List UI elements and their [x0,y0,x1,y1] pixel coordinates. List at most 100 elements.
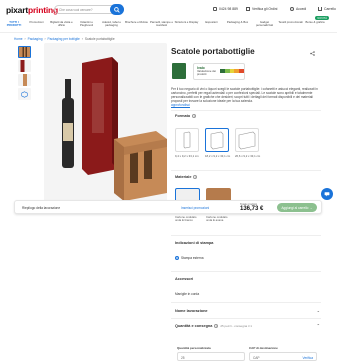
thumbnail-list [18,46,32,102]
accessory-item[interactable]: Maniglie in corda [175,292,199,296]
search-button[interactable] [110,4,124,15]
arrow-right-icon: → [309,205,313,210]
box-small-icon [183,131,191,149]
account-label: Accedi [296,7,307,11]
truck-icon [246,7,250,11]
cat-flyers[interactable]: Volantini e Pieghevoli [74,19,99,32]
promo-link[interactable]: Inserisci promozioni [181,206,209,210]
cat-packaging[interactable]: Packaging & Box [224,19,251,32]
cat-stickers[interactable]: Adesivi, label e packaging [99,19,124,32]
divider [171,271,321,272]
add-to-cart-label: Aggiungi al carrello [281,205,309,210]
quantity-title: Quantità e consegna [175,323,213,328]
print-section-title: Indicazioni di stampa [175,241,214,245]
quantity-field-label: Quantità personalizzata [177,346,211,350]
crumb-bottles[interactable]: Packaging per bottiglie [48,37,80,41]
chevron-up-icon: ⌃ [316,323,320,328]
product-description: Per il tuo negozio di vini o liquori sce… [171,87,319,107]
thumbnail[interactable] [18,60,31,72]
orders-label: Verifica gli Ordini [252,7,278,11]
zip-input[interactable]: CAP Verifica [249,352,317,361]
format-section-title: Formato i [175,114,197,118]
wine-box-illustration [44,43,167,203]
phone-icon [213,7,217,11]
chat-icon [324,192,330,197]
cat-cards[interactable]: Biglietti da visita e ufficio [49,19,74,32]
phone-label: 0424 98 889 [219,7,238,11]
job-name-section[interactable]: Nome lavorazione ⌄ [175,308,320,313]
radio-selected-icon [175,256,179,260]
product-title: Scatole portabottiglie [171,47,255,56]
quantity-input[interactable]: 25 [177,352,245,361]
sticky-summary-bar: Riepilogo della lavorazione Inserisci pr… [14,200,322,214]
3d-view-icon [21,90,28,98]
info-icon[interactable]: i [214,323,219,328]
cat-all[interactable]: TUTTI I PRODOTTI [4,19,24,32]
eco-subtitle: Valutazione dei prodotti [197,69,216,76]
category-nav: TUTTI I PRODOTTI Promozioni Biglietti da… [0,19,337,33]
quantity-summary: 25 pezzi - consegna il 1 [220,323,252,328]
divider [171,302,321,303]
quantity-value: 25 [181,355,185,360]
cart-link[interactable]: Carrello [318,7,336,11]
verify-button[interactable]: Verifica [303,356,313,360]
cat-banners[interactable]: Striscioni e Display [174,19,199,32]
format-options [175,128,259,152]
chevron-down-icon: ⌄ [316,308,320,313]
format-option-selected[interactable] [205,128,229,152]
box-large-icon [238,131,256,150]
cat-textiles[interactable]: Tessili promozionali [278,19,303,32]
format-option[interactable] [235,128,259,152]
box-medium-icon [210,131,224,150]
orders-link[interactable]: Verifica gli Ordini [246,7,277,11]
phone-link[interactable]: 0424 98 889 [213,7,238,11]
add-to-cart-button[interactable]: Aggiungi al carrello → [277,203,317,212]
cat-gadgets[interactable]: Gadget personalizzati [251,19,278,32]
eco-scale [220,69,244,73]
info-icon[interactable]: i [192,114,197,118]
eco-label-icon [172,63,186,79]
search-icon [114,6,120,13]
cat-bags[interactable]: Borse & grafica [303,19,327,32]
crumb-packaging[interactable]: Packaging [28,37,43,41]
cart-label: Carrello [324,7,336,11]
read-more-link[interactable]: approfondisci [171,103,319,107]
breadcrumb: Home › Packaging › Packaging per bottiglie… [14,37,115,41]
new-badge: NOVITÀ [315,16,329,20]
thumbnail[interactable] [18,74,31,86]
total-price: 136,73 € [240,206,264,212]
user-icon [290,7,294,11]
main-product-image[interactable] [44,43,167,203]
material-section-title: Materiale i [175,175,198,179]
zip-field-label: CAP di destinazione [249,346,278,350]
format-title: Formato [175,114,191,118]
format-label: 26,6 x 9,2 x 33,1 cm [235,154,261,158]
thumbnail[interactable] [18,88,31,100]
description-text: Per il tuo negozio di vini o liquori sce… [171,87,318,103]
format-option[interactable] [175,128,199,152]
cat-brochures[interactable]: Brochure e Riviste [124,19,149,32]
divider [171,170,321,171]
info-icon[interactable]: i [193,175,198,179]
thumbnail[interactable] [18,46,31,58]
cat-promo[interactable]: Promozioni [24,19,49,32]
summary-toggle[interactable]: Riepilogo della lavorazione [22,206,60,210]
chat-button[interactable] [321,188,333,200]
format-label: 9,4 x 9,2 x 33,1 cm [175,154,199,158]
cat-panels[interactable]: Pannelli, stampe e manifesti [149,19,174,32]
divider [171,235,321,236]
print-option[interactable]: Stampa esterna [175,256,204,260]
crumb-home[interactable]: Home [14,37,23,41]
job-name-title: Nome lavorazione [175,308,208,313]
share-icon[interactable] [310,51,315,56]
material-label: Cartone ondulato onda E avana [206,215,228,222]
site-logo[interactable]: pixartprinting [6,5,58,15]
crumb-current: Scatole portabottiglie [84,37,115,41]
quantity-section[interactable]: Quantità e consegna i 25 pezzi - consegn… [175,323,320,328]
zip-placeholder: CAP [253,355,260,360]
cat-displays[interactable]: Espositori [199,19,224,32]
account-link[interactable]: Accedi [290,7,306,11]
divider [171,110,321,111]
top-header: pixartprinting [0,0,337,19]
format-label: 18,2 x 9,2 x 33,1 cm [205,154,231,158]
